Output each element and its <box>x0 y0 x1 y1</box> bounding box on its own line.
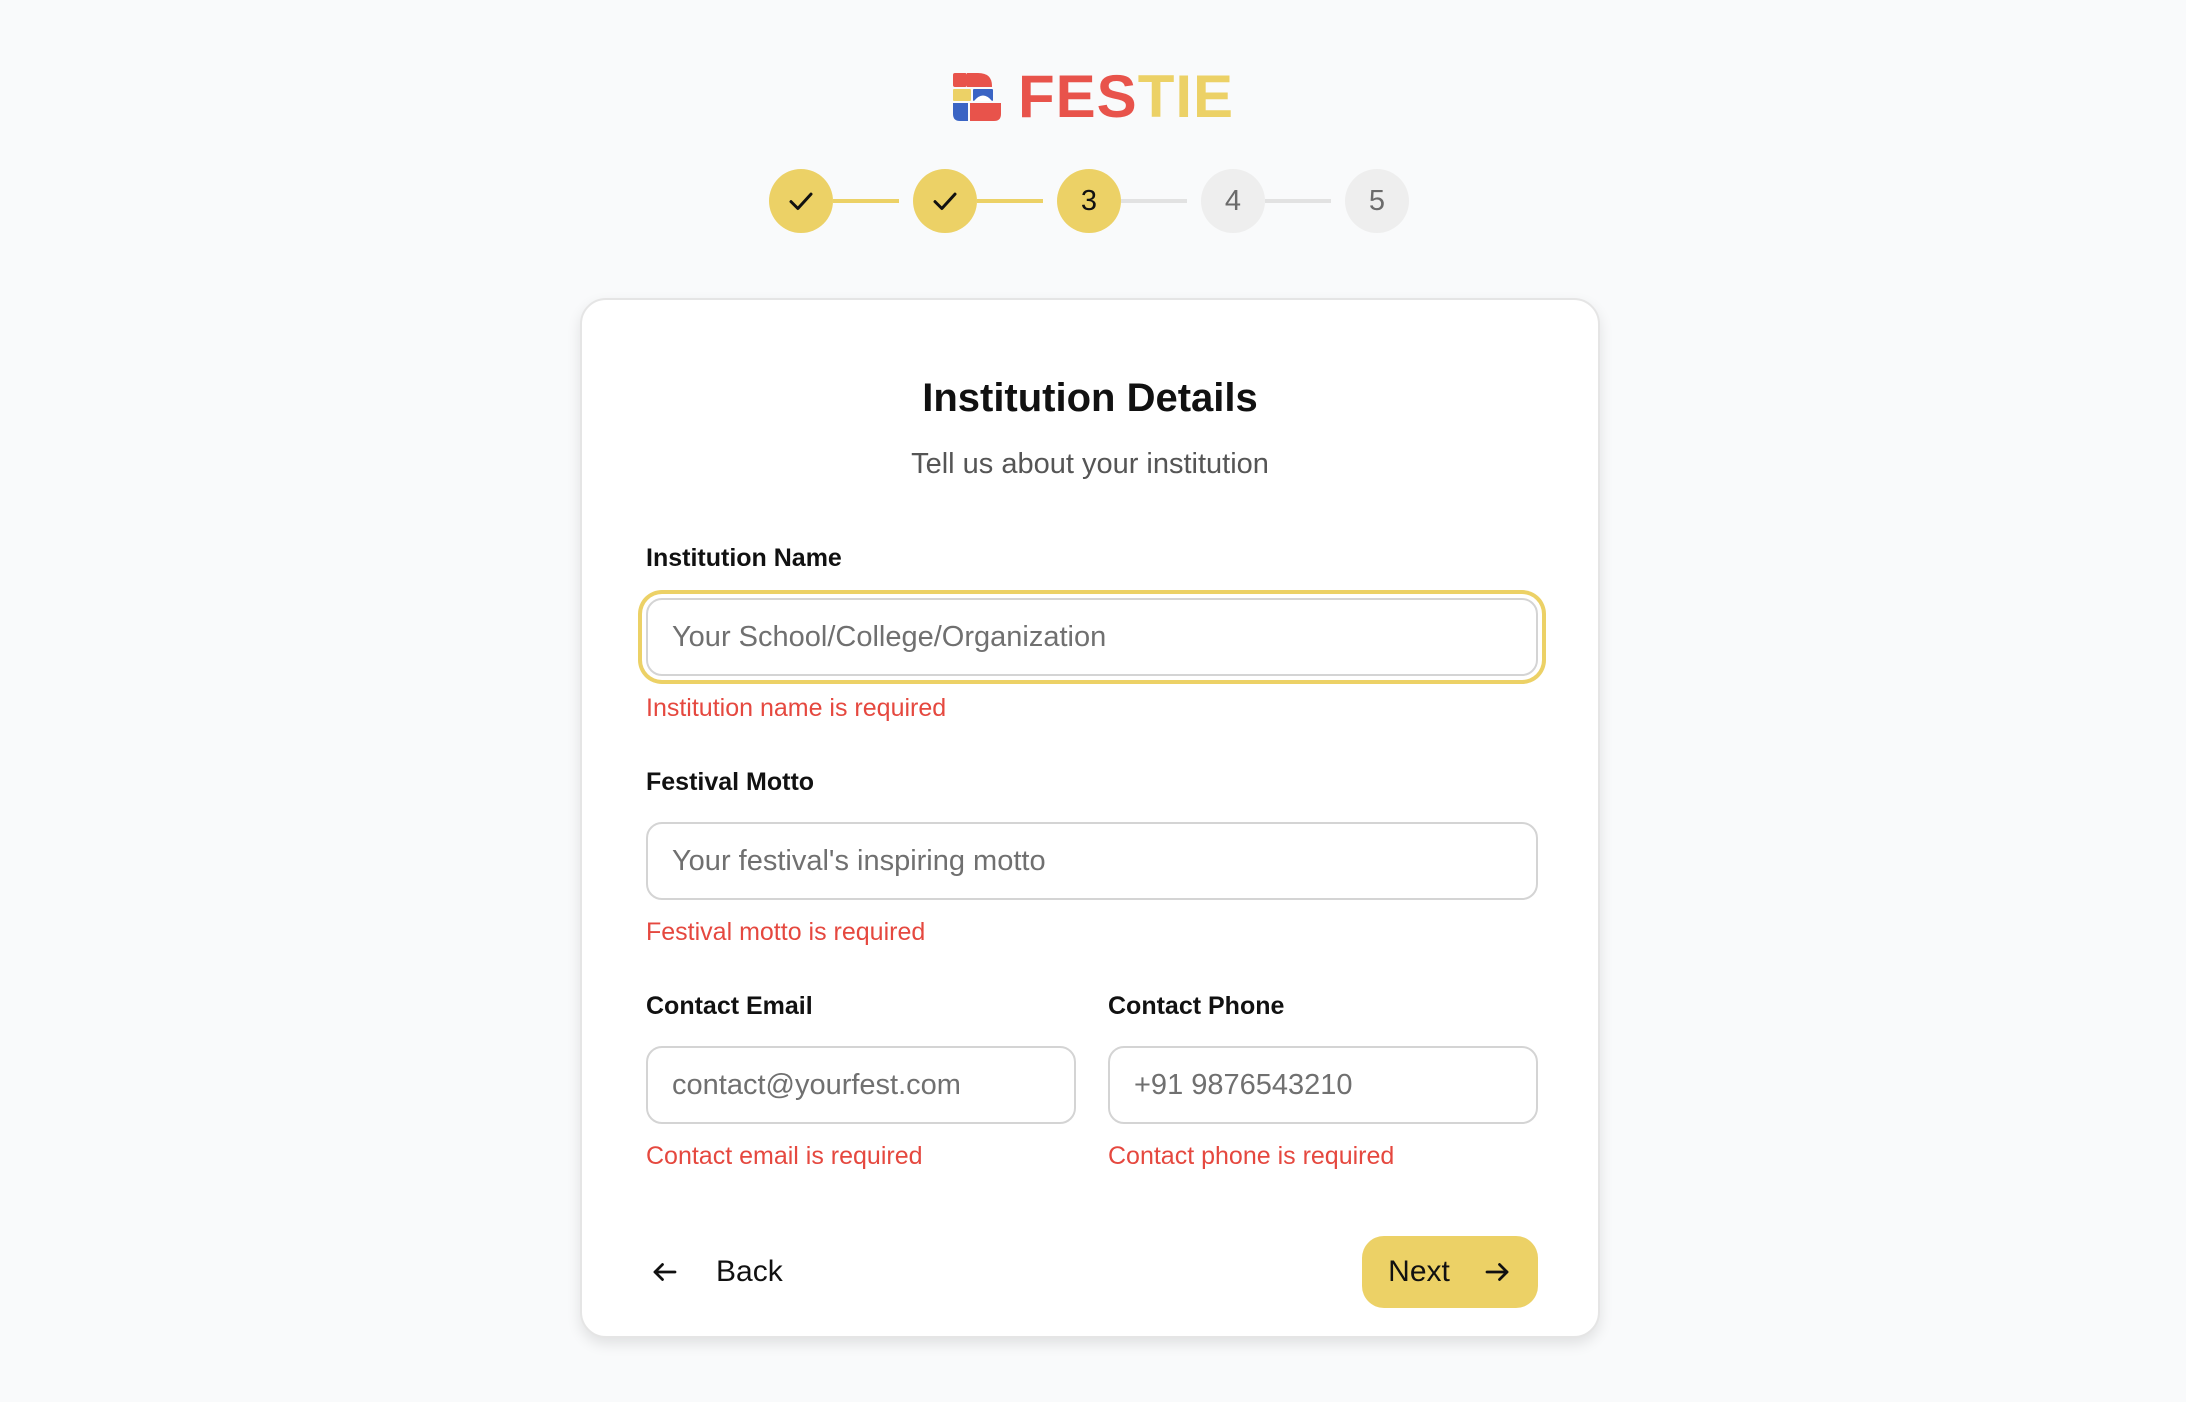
step-connector <box>833 199 899 203</box>
step-4-upcoming: 4 <box>1201 169 1265 233</box>
festie-logo-icon <box>953 73 1001 121</box>
back-button-label: Back <box>716 1255 783 1288</box>
step-connector <box>1265 199 1331 203</box>
next-button-label: Next <box>1388 1255 1450 1288</box>
progress-stepper: 3 4 5 <box>769 169 1409 233</box>
institution-details-card: Institution Details Tell us about your i… <box>580 298 1600 1338</box>
step-5-upcoming: 5 <box>1345 169 1409 233</box>
festival-motto-error: Festival motto is required <box>646 918 926 946</box>
next-button[interactable]: Next <box>1362 1236 1538 1308</box>
festival-motto-label: Festival Motto <box>646 768 815 796</box>
institution-name-error: Institution name is required <box>646 694 947 722</box>
festival-motto-input[interactable] <box>646 822 1538 900</box>
check-icon <box>789 192 813 210</box>
brand-name: FESTIE <box>1018 67 1234 127</box>
contact-email-error: Contact email is required <box>646 1142 923 1170</box>
contact-phone-error: Contact phone is required <box>1108 1142 1395 1170</box>
contact-phone-input[interactable] <box>1108 1046 1538 1124</box>
brand-name-part1: FES <box>1018 63 1138 130</box>
institution-name-input[interactable] <box>646 598 1538 676</box>
contact-email-input[interactable] <box>646 1046 1076 1124</box>
form-subtitle: Tell us about your institution <box>911 448 1269 480</box>
step-3-current: 3 <box>1057 169 1121 233</box>
step-connector <box>1121 199 1187 203</box>
arrow-left-icon <box>653 1263 677 1281</box>
check-icon <box>933 192 957 210</box>
step-2-completed <box>913 169 977 233</box>
form-title: Institution Details <box>922 376 1258 420</box>
arrow-right-icon <box>1485 1263 1509 1281</box>
contact-phone-label: Contact Phone <box>1108 992 1285 1020</box>
back-button[interactable]: Back <box>650 1236 783 1308</box>
contact-email-label: Contact Email <box>646 992 813 1020</box>
brand-logo: FESTIE <box>952 67 1234 127</box>
brand-name-part2: TIE <box>1137 63 1235 130</box>
institution-name-label: Institution Name <box>646 544 842 572</box>
step-connector <box>977 199 1043 203</box>
step-1-completed <box>769 169 833 233</box>
